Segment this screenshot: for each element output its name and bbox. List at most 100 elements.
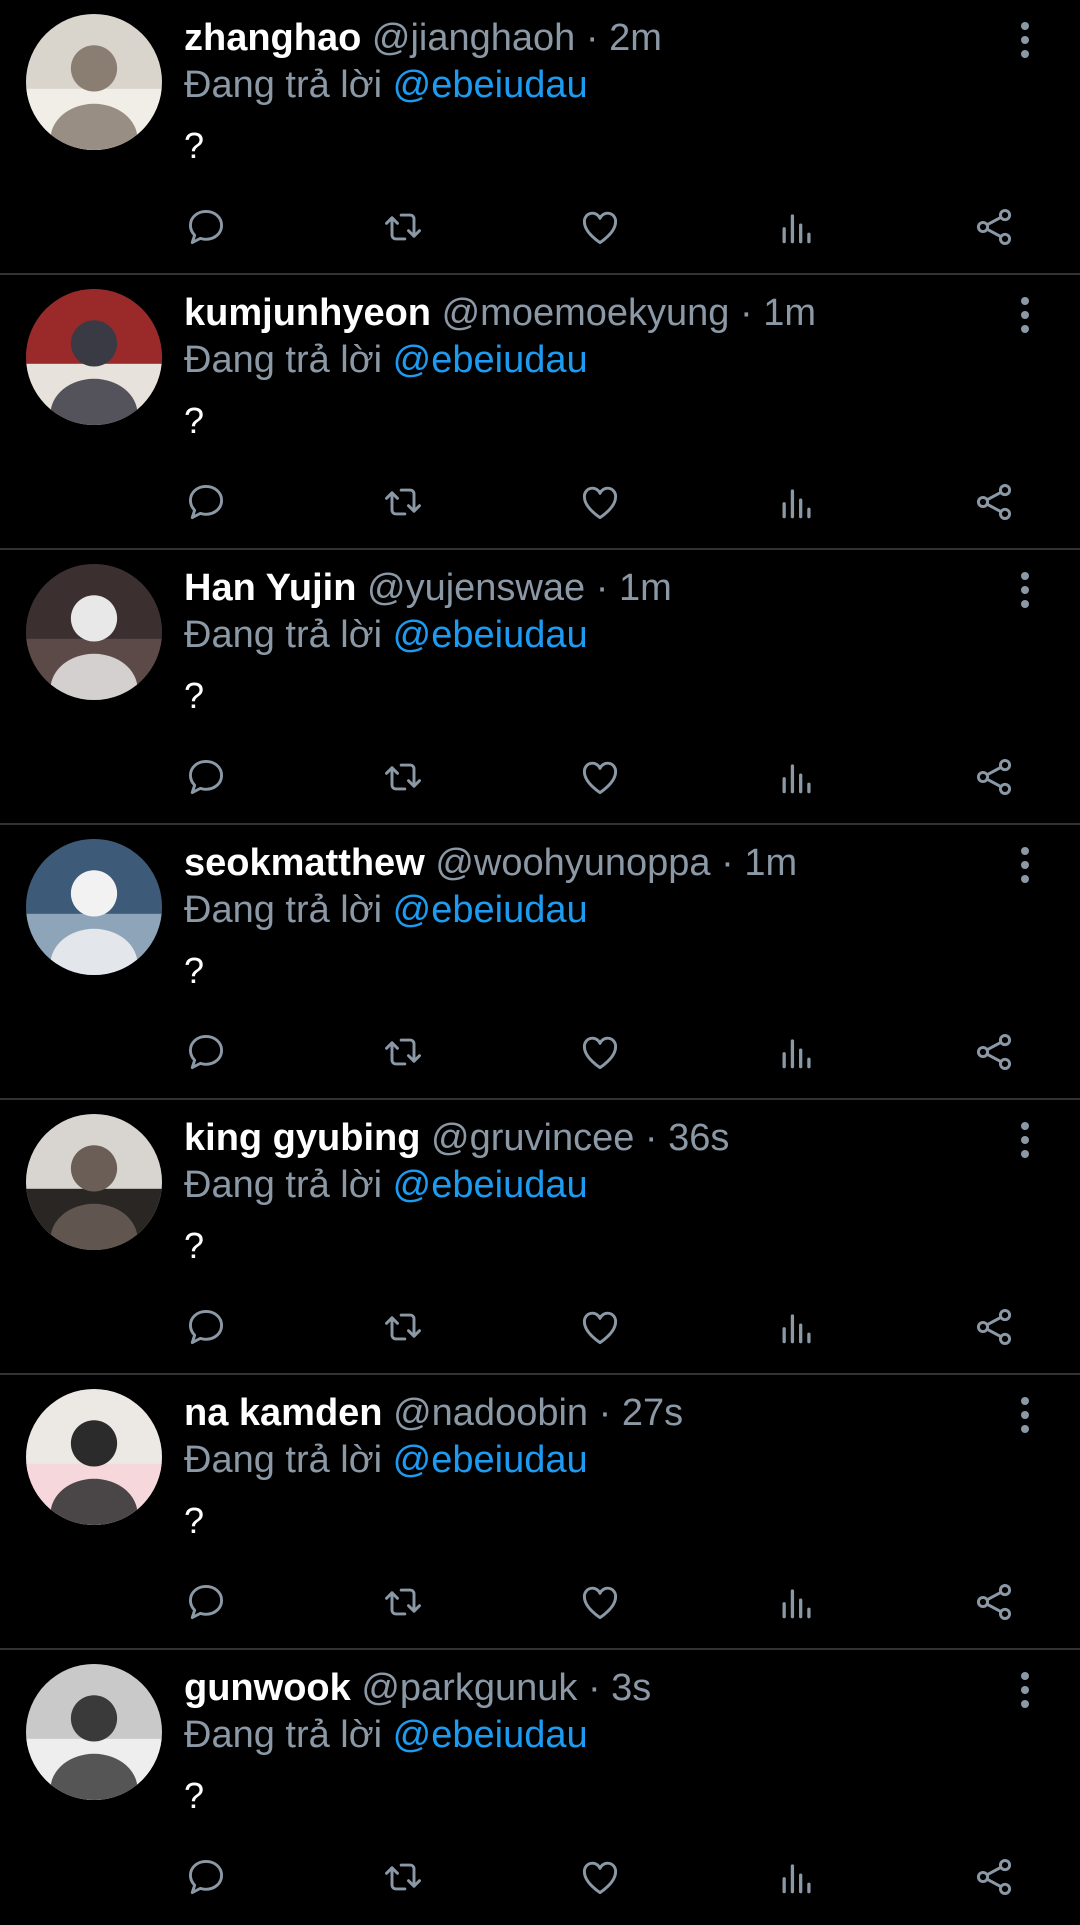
mention-link[interactable]: @ebeiudau (393, 1439, 588, 1481)
avatar[interactable] (26, 1114, 162, 1250)
retweet-button[interactable] (381, 1030, 425, 1074)
tweet-item[interactable]: king gyubing @gruvincee · 36s Đang trả lờ… (0, 1100, 1080, 1375)
like-icon (578, 755, 622, 799)
mention-link[interactable]: @ebeiudau (393, 339, 588, 381)
more-options-button[interactable] (1012, 1120, 1038, 1160)
user-handle[interactable]: @moemoekyung (442, 292, 730, 334)
more-options-button[interactable] (1012, 20, 1038, 60)
like-button[interactable] (578, 1030, 622, 1074)
action-bar (0, 205, 1080, 249)
share-button[interactable] (972, 1305, 1016, 1349)
tweet-item[interactable]: gunwook @parkgunuk · 3s Đang trả lời @ebe… (0, 1650, 1080, 1925)
views-icon (775, 1030, 819, 1074)
tweet-item[interactable]: Han Yujin @yujenswae · 1m Đang trả lời @e… (0, 550, 1080, 825)
avatar[interactable] (26, 1389, 162, 1525)
share-button[interactable] (972, 1030, 1016, 1074)
display-name[interactable]: kumjunhyeon (184, 292, 431, 334)
tweet-item[interactable]: na kamden @nadoobin · 27s Đang trả lời @e… (0, 1375, 1080, 1650)
avatar[interactable] (26, 564, 162, 700)
avatar[interactable] (26, 839, 162, 975)
timestamp[interactable]: 36s (668, 1117, 729, 1159)
views-button[interactable] (775, 755, 819, 799)
avatar[interactable] (26, 1664, 162, 1800)
views-button[interactable] (775, 480, 819, 524)
reply-button[interactable] (184, 1855, 228, 1899)
share-button[interactable] (972, 480, 1016, 524)
reply-icon (184, 1030, 228, 1074)
timestamp[interactable]: 2m (609, 17, 662, 59)
tweet-item[interactable]: zhanghao @jianghaoh · 2m Đang trả lời @eb… (0, 0, 1080, 275)
replying-to: Đang trả lời @ebeiudau (184, 337, 588, 383)
views-button[interactable] (775, 1030, 819, 1074)
retweet-button[interactable] (381, 1580, 425, 1624)
like-button[interactable] (578, 205, 622, 249)
avatar[interactable] (26, 14, 162, 150)
views-button[interactable] (775, 1305, 819, 1349)
reply-button[interactable] (184, 1305, 228, 1349)
replying-to: Đang trả lời @ebeiudau (184, 1162, 588, 1208)
reply-button[interactable] (184, 480, 228, 524)
user-handle[interactable]: @yujenswae (367, 567, 585, 609)
more-options-button[interactable] (1012, 1395, 1038, 1435)
like-button[interactable] (578, 1305, 622, 1349)
user-handle[interactable]: @gruvincee (431, 1117, 634, 1159)
separator-dot: · (721, 842, 734, 884)
tweet-header: gunwook @parkgunuk · 3s (184, 1666, 651, 1710)
mention-link[interactable]: @ebeiudau (393, 889, 588, 931)
reply-icon (184, 1580, 228, 1624)
mention-link[interactable]: @ebeiudau (393, 614, 588, 656)
share-button[interactable] (972, 1855, 1016, 1899)
avatar[interactable] (26, 289, 162, 425)
mention-link[interactable]: @ebeiudau (393, 1714, 588, 1756)
like-button[interactable] (578, 755, 622, 799)
tweet-item[interactable]: seokmatthew @woohyunoppa · 1m Đang trả lờ… (0, 825, 1080, 1100)
views-button[interactable] (775, 1580, 819, 1624)
reply-icon (184, 205, 228, 249)
like-button[interactable] (578, 480, 622, 524)
action-bar (0, 1305, 1080, 1349)
like-button[interactable] (578, 1580, 622, 1624)
retweet-button[interactable] (381, 1855, 425, 1899)
reply-button[interactable] (184, 1580, 228, 1624)
timestamp[interactable]: 27s (622, 1392, 683, 1434)
display-name[interactable]: gunwook (184, 1667, 351, 1709)
user-handle[interactable]: @parkgunuk (361, 1667, 577, 1709)
tweet-item[interactable]: kumjunhyeon @moemoekyung · 1m Đang trả lờ… (0, 275, 1080, 550)
views-icon (775, 480, 819, 524)
display-name[interactable]: seokmatthew (184, 842, 425, 884)
share-icon (972, 1030, 1016, 1074)
mention-link[interactable]: @ebeiudau (393, 64, 588, 106)
retweet-button[interactable] (381, 755, 425, 799)
like-button[interactable] (578, 1855, 622, 1899)
reply-button[interactable] (184, 755, 228, 799)
display-name[interactable]: Han Yujin (184, 567, 356, 609)
retweet-button[interactable] (381, 1305, 425, 1349)
more-options-button[interactable] (1012, 845, 1038, 885)
more-options-button[interactable] (1012, 295, 1038, 335)
user-handle[interactable]: @woohyunoppa (435, 842, 710, 884)
timestamp[interactable]: 1m (744, 842, 797, 884)
user-handle[interactable]: @jianghaoh (372, 17, 575, 59)
share-button[interactable] (972, 1580, 1016, 1624)
display-name[interactable]: na kamden (184, 1392, 383, 1434)
timestamp[interactable]: 3s (611, 1667, 651, 1709)
reply-button[interactable] (184, 205, 228, 249)
more-options-button[interactable] (1012, 570, 1038, 610)
retweet-button[interactable] (381, 480, 425, 524)
mention-link[interactable]: @ebeiudau (393, 1164, 588, 1206)
like-icon (578, 205, 622, 249)
more-options-button[interactable] (1012, 1670, 1038, 1710)
display-name[interactable]: zhanghao (184, 17, 361, 59)
display-name[interactable]: king gyubing (184, 1117, 420, 1159)
tweet-text: ? (184, 125, 205, 166)
share-button[interactable] (972, 205, 1016, 249)
views-button[interactable] (775, 1855, 819, 1899)
share-button[interactable] (972, 755, 1016, 799)
timestamp[interactable]: 1m (619, 567, 672, 609)
reply-button[interactable] (184, 1030, 228, 1074)
share-icon (972, 1305, 1016, 1349)
retweet-button[interactable] (381, 205, 425, 249)
views-button[interactable] (775, 205, 819, 249)
user-handle[interactable]: @nadoobin (393, 1392, 588, 1434)
timestamp[interactable]: 1m (763, 292, 816, 334)
